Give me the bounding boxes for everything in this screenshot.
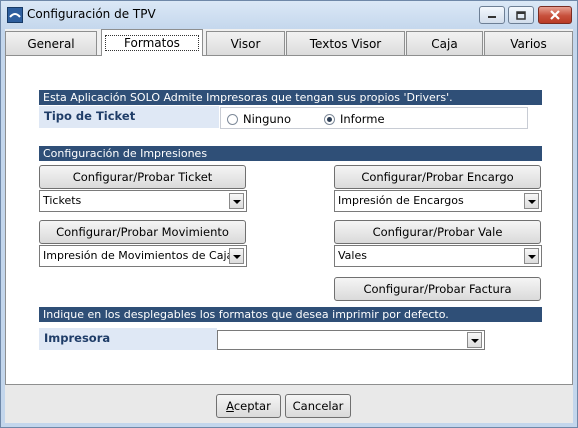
app-window: Configuración de TPV General Formatos Vi… bbox=[0, 0, 578, 428]
title-bar[interactable]: Configuración de TPV bbox=[1, 1, 577, 29]
dialog-footer: Aceptar Cancelar bbox=[5, 385, 573, 423]
tab-strip: General Formatos Visor Textos Visor Caja… bbox=[5, 29, 573, 56]
dropdown-arrow-icon[interactable] bbox=[229, 248, 244, 264]
radio-informe[interactable]: Informe bbox=[324, 112, 385, 126]
tab-textos-visor[interactable]: Textos Visor bbox=[286, 31, 405, 55]
dropdown-arrow-icon[interactable] bbox=[524, 193, 539, 209]
tab-label: Formatos bbox=[105, 35, 199, 51]
tab-varios[interactable]: Varios bbox=[484, 31, 573, 55]
tab-label: Caja bbox=[431, 36, 458, 51]
printer-select[interactable] bbox=[217, 330, 485, 350]
print-config-header: Configuración de Impresiones bbox=[39, 146, 542, 161]
tab-general[interactable]: General bbox=[5, 31, 97, 55]
movimiento-format-select[interactable]: Impresión de Movimientos de Caja bbox=[39, 245, 247, 267]
minimize-icon bbox=[488, 16, 496, 18]
ticket-type-radio-group: Ninguno Informe bbox=[220, 107, 528, 129]
vale-format-value: Vales bbox=[338, 249, 367, 262]
app-icon bbox=[7, 7, 23, 23]
tab-label: Textos Visor bbox=[309, 36, 382, 51]
printer-label: Impresora bbox=[44, 331, 111, 345]
dropdown-arrow-icon[interactable] bbox=[229, 193, 244, 209]
dialog-client: General Formatos Visor Textos Visor Caja… bbox=[5, 29, 573, 423]
tab-label: General bbox=[27, 36, 75, 51]
ticket-format-select[interactable]: Tickets bbox=[39, 190, 247, 212]
tab-visor[interactable]: Visor bbox=[206, 31, 285, 55]
configure-vale-button[interactable]: Configurar/Probar Vale bbox=[334, 220, 541, 244]
close-icon bbox=[550, 10, 560, 20]
accept-label: Aceptar bbox=[226, 399, 271, 413]
formatos-panel: Esta Aplicación SOLO Admite Impresoras q… bbox=[5, 55, 573, 385]
radio-ninguno-label: Ninguno bbox=[243, 112, 291, 126]
tab-label: Varios bbox=[510, 36, 547, 51]
radio-informe-label: Informe bbox=[340, 112, 385, 126]
defaults-header: Indique en los desplegables los formatos… bbox=[39, 307, 542, 322]
configure-movimiento-button[interactable]: Configurar/Probar Movimiento bbox=[39, 220, 246, 244]
dropdown-arrow-icon[interactable] bbox=[524, 248, 539, 264]
radio-ninguno[interactable]: Ninguno bbox=[227, 112, 291, 126]
window-title: Configuración de TPV bbox=[27, 7, 156, 21]
configure-factura-button[interactable]: Configurar/Probar Factura bbox=[334, 277, 541, 301]
radio-informe-dot bbox=[324, 113, 335, 125]
minimize-button[interactable] bbox=[479, 6, 505, 24]
ticket-type-label: Tipo de Ticket bbox=[44, 109, 136, 123]
maximize-icon bbox=[516, 10, 526, 20]
dropdown-arrow-icon[interactable] bbox=[467, 332, 482, 348]
vale-format-select[interactable]: Vales bbox=[334, 245, 542, 267]
drivers-notice: Esta Aplicación SOLO Admite Impresoras q… bbox=[39, 90, 542, 105]
encargo-format-value: Impresión de Encargos bbox=[338, 194, 464, 207]
close-button[interactable] bbox=[538, 6, 572, 24]
accept-button[interactable]: Aceptar bbox=[216, 394, 281, 418]
tab-formatos[interactable]: Formatos bbox=[101, 29, 203, 56]
movimiento-format-value: Impresión de Movimientos de Caja bbox=[43, 249, 234, 262]
configure-encargo-button[interactable]: Configurar/Probar Encargo bbox=[334, 165, 541, 189]
ticket-format-value: Tickets bbox=[43, 194, 82, 207]
encargo-format-select[interactable]: Impresión de Encargos bbox=[334, 190, 542, 212]
configure-ticket-button[interactable]: Configurar/Probar Ticket bbox=[39, 165, 246, 189]
radio-ninguno-dot bbox=[227, 113, 238, 125]
cancel-button[interactable]: Cancelar bbox=[285, 394, 351, 418]
tab-caja[interactable]: Caja bbox=[406, 31, 483, 55]
tab-label: Visor bbox=[230, 36, 261, 51]
maximize-button[interactable] bbox=[508, 6, 534, 24]
